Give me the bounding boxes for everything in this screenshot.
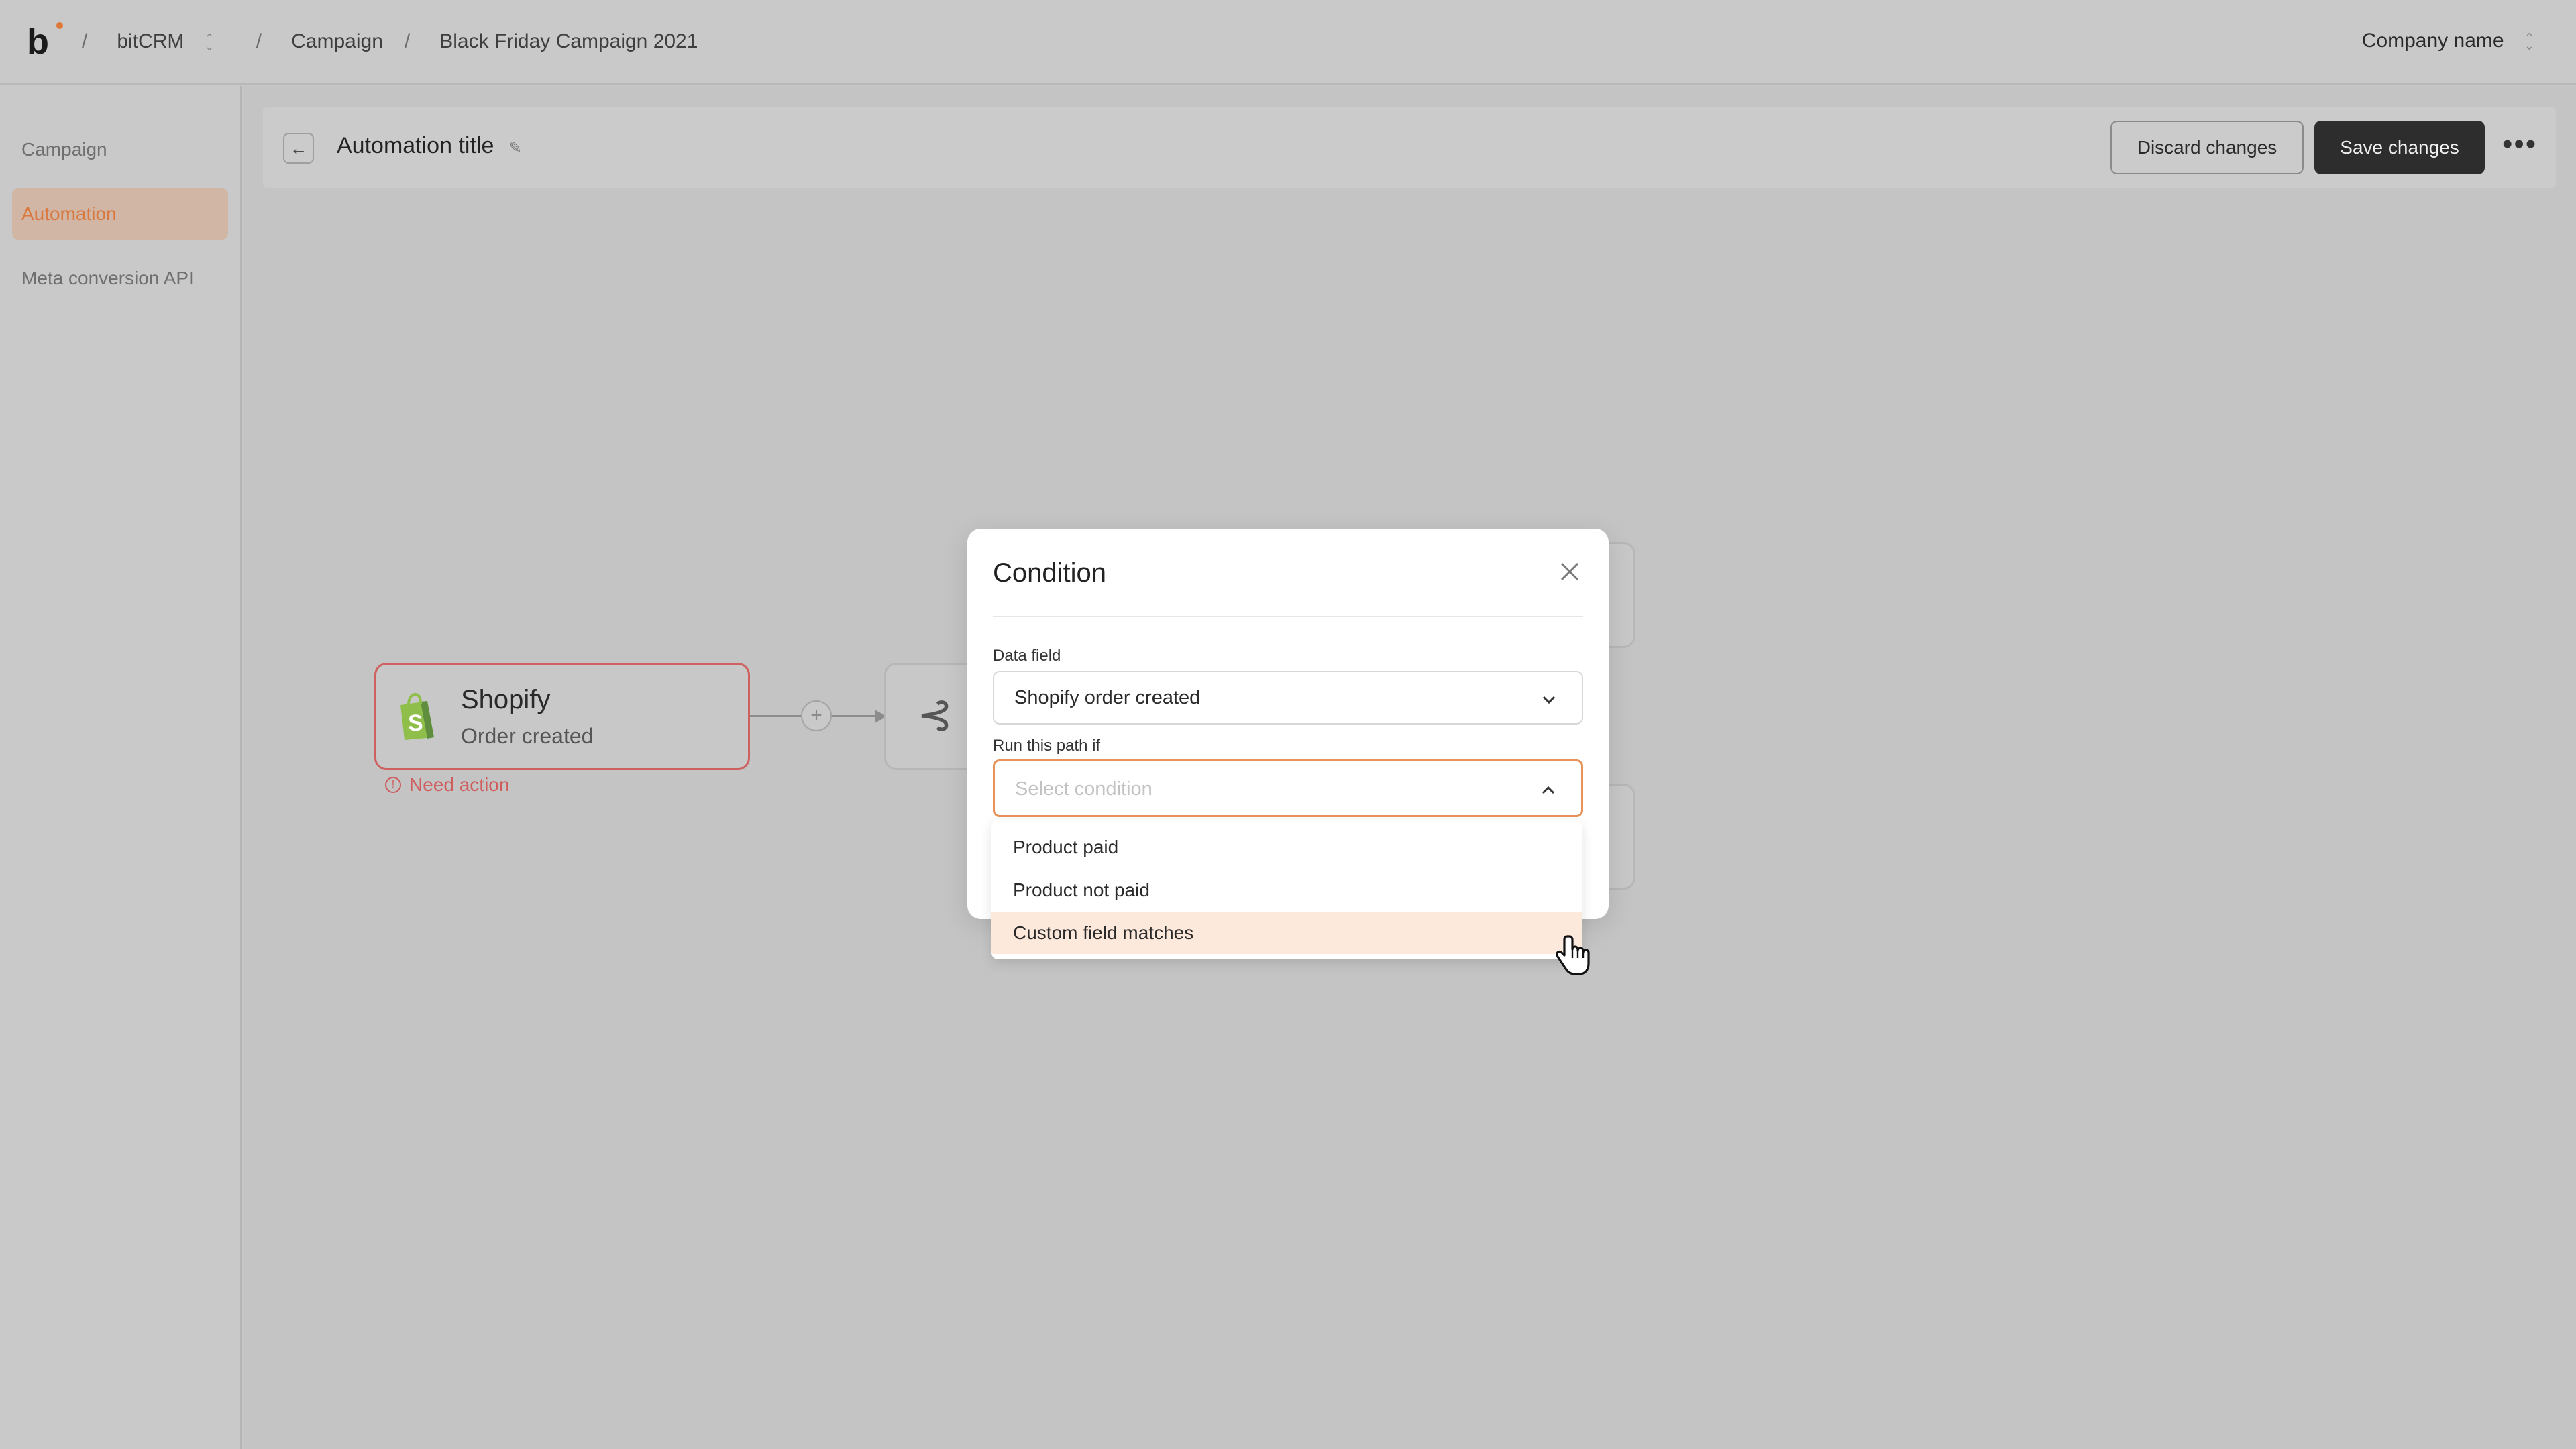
condition-dropdown: Product paid Product not paid Custom fie… [991,820,1582,959]
trigger-node-subtitle: Order created [461,724,594,748]
add-step-button[interactable]: + [801,700,832,731]
sidebar-item-meta-conversion-api[interactable]: Meta conversion API [12,252,228,305]
data-field-select[interactable]: Shopify order created [993,671,1583,724]
arrow-left-icon: ← [290,138,307,158]
breadcrumb-current[interactable]: Black Friday Campaign 2021 [439,30,698,53]
svg-text:S: S [408,710,423,736]
pencil-icon[interactable]: ✎ [508,138,522,158]
chevron-updown-icon: ⌃ ⌄ [204,32,215,54]
run-path-label: Run this path if [993,737,1101,755]
need-action-text: Need action [409,774,510,795]
breadcrumb-campaign[interactable]: Campaign [291,30,383,53]
warning-icon: ! [385,777,401,793]
option-product-paid[interactable]: Product paid [991,826,1582,868]
breadcrumb-separator: / [82,30,88,52]
option-custom-field-matches[interactable]: Custom field matches [991,912,1582,954]
modal-divider [993,616,1583,617]
breadcrumb-separator: / [404,30,411,52]
split-branch-icon: ⊰ [917,690,953,740]
automation-title-text: Automation title [337,133,494,158]
sidebar: Campaign Automation Meta conversion API [0,86,241,1449]
chevron-updown-icon: ⌃ ⌄ [2524,31,2534,53]
workspace-switcher[interactable]: bitCRM ⌃ ⌄ [117,30,214,53]
sidebar-item-campaign[interactable]: Campaign [12,123,228,176]
close-icon[interactable] [1556,558,1583,585]
more-options-icon[interactable]: ••• [2502,127,2537,161]
sidebar-item-automation[interactable]: Automation [12,188,228,240]
chevron-down-icon [1542,696,1556,704]
need-action-status: ! Need action [385,774,509,796]
company-switcher[interactable]: Company name ⌃ ⌄ [2362,30,2534,52]
bitcrm-logo[interactable]: b [27,21,63,62]
chevron-up-icon [1542,786,1555,794]
workspace-name: bitCRM [117,30,184,52]
condition-placeholder: Select condition [1015,778,1152,800]
option-product-not-paid[interactable]: Product not paid [991,869,1582,911]
data-field-label: Data field [993,647,1061,665]
company-name: Company name [2361,30,2504,52]
trigger-node-title: Shopify [461,685,551,714]
top-bar: b / bitCRM ⌃ ⌄ / Campaign / Black Friday … [0,0,2576,85]
discard-changes-button[interactable]: Discard changes [2110,121,2304,174]
automation-header: ← Automation title ✎ Discard changes Sav… [263,107,2556,188]
save-changes-button[interactable]: Save changes [2314,121,2485,174]
shopify-bag-icon: S [400,692,434,740]
breadcrumb-separator: / [256,30,262,52]
back-button[interactable]: ← [283,133,314,164]
plus-icon: + [810,704,822,727]
data-field-value: Shopify order created [1014,687,1201,708]
condition-select[interactable]: Select condition [993,759,1583,817]
trigger-node-shopify[interactable]: S Shopify Order created [374,663,750,770]
automation-title[interactable]: Automation title ✎ [337,133,522,159]
hand-pointer-cursor-icon [1556,935,1590,975]
modal-title: Condition [993,558,1107,588]
